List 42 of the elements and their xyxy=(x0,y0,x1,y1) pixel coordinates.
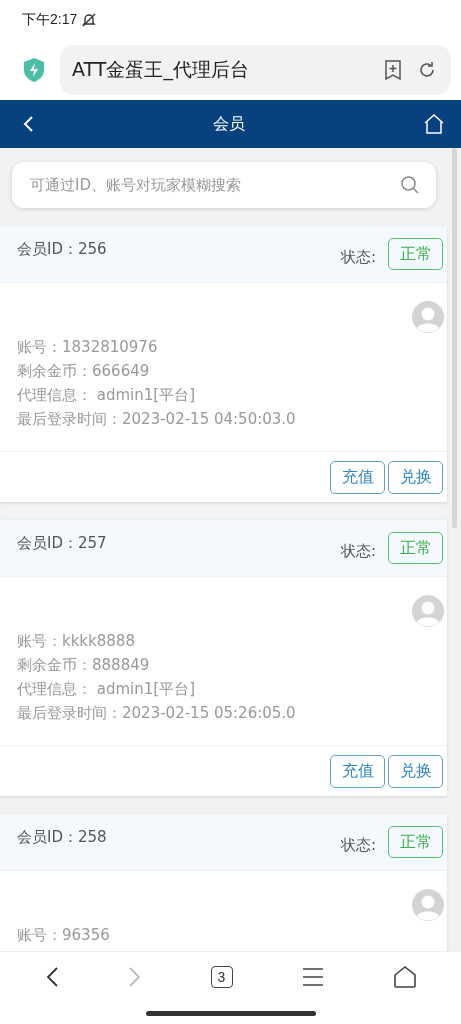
avatar-icon xyxy=(412,301,444,333)
member-id: 会员ID：256 xyxy=(17,239,108,259)
avatar-icon xyxy=(412,889,444,921)
status-label: 状态: xyxy=(340,834,376,855)
scrollbar[interactable] xyxy=(452,148,457,528)
member-info: 账号：kkkk8888 xyxy=(17,631,136,652)
member-id: 会员ID：257 xyxy=(17,533,108,553)
shield-icon xyxy=(22,57,46,83)
menu-icon[interactable] xyxy=(301,967,324,987)
search-input[interactable]: 可通过ID、账号对玩家模糊搜索 xyxy=(28,175,392,195)
member-info: 最后登录时间：2023-02-15 04:50:03.0 xyxy=(17,409,297,430)
action-button[interactable]: 充值 xyxy=(330,754,385,788)
bell-off-icon xyxy=(81,12,98,28)
avatar-icon xyxy=(412,595,444,627)
action-button[interactable]: 充值 xyxy=(330,460,385,494)
address-bar[interactable]: ATT金蛋王_代理后台 xyxy=(60,45,451,95)
status-label: 状态: xyxy=(340,540,376,561)
action-button[interactable]: 兑换 xyxy=(388,460,443,494)
page-heading: 会员 xyxy=(212,113,245,135)
page-title: ATT金蛋王_代理后台 xyxy=(72,57,250,83)
home-icon[interactable] xyxy=(392,965,417,989)
back-icon[interactable] xyxy=(22,115,34,133)
status-badge: 正常 xyxy=(388,532,443,564)
member-info: 剩余金币：666649 xyxy=(17,361,151,382)
member-info: 剩余金币：888849 xyxy=(17,655,151,676)
member-id: 会员ID：258 xyxy=(17,827,108,847)
tab-count[interactable]: 3 xyxy=(210,966,233,988)
member-info: 账号：96356 xyxy=(17,925,111,946)
status-time: 下午2:17 xyxy=(22,11,78,29)
search-field[interactable]: 可通过ID、账号对玩家模糊搜索 xyxy=(12,162,436,208)
back-icon[interactable] xyxy=(44,966,59,988)
action-button[interactable]: 兑换 xyxy=(388,754,443,788)
refresh-icon[interactable] xyxy=(417,60,437,80)
search-icon[interactable] xyxy=(400,175,420,195)
member-info: 最后登录时间：2023-02-15 05:26:05.0 xyxy=(17,703,297,724)
member-info: 代理信息： admin1[平台] xyxy=(17,385,196,406)
status-label: 状态: xyxy=(340,246,376,267)
status-badge: 正常 xyxy=(388,238,443,270)
member-info: 代理信息： admin1[平台] xyxy=(17,679,196,700)
status-badge: 正常 xyxy=(388,826,443,858)
bookmark-add-icon[interactable] xyxy=(383,59,403,81)
member-info: 账号：1832810976 xyxy=(17,337,159,358)
